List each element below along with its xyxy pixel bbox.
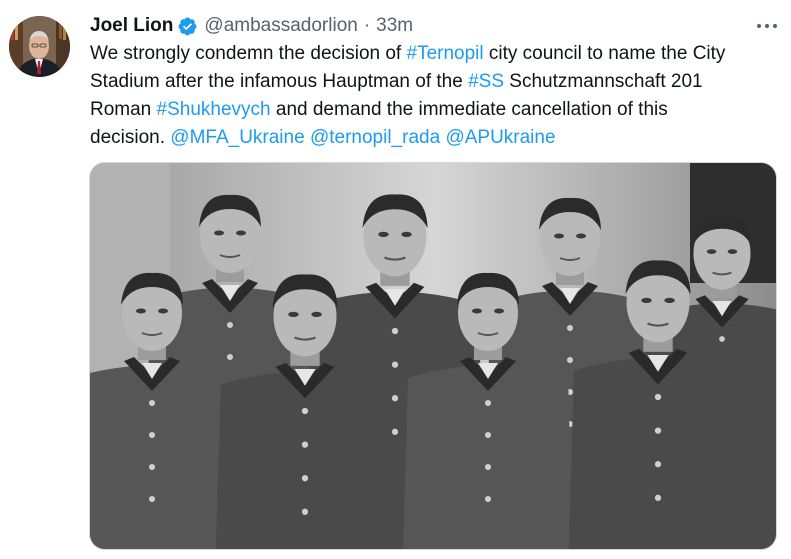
more-horizontal-icon[interactable] xyxy=(752,14,782,38)
tweet-text-line: Roman #Shukhevych and demand the immedia… xyxy=(90,96,780,124)
tweet-text-segment: Schutzmannschaft 201 xyxy=(504,71,703,92)
hashtag-link[interactable]: #SS xyxy=(468,71,504,92)
separator-dot: · xyxy=(363,15,371,36)
mention-link[interactable]: @ternopil_rada xyxy=(310,127,440,148)
hashtag-link[interactable]: #Ternopil xyxy=(407,43,484,64)
author-name[interactable]: Joel Lion xyxy=(90,15,173,37)
tweet-text-segment: city council to name the City xyxy=(483,43,726,64)
mention-link[interactable]: @APUkraine xyxy=(445,127,555,148)
tweet-text-line: We strongly condemn the decision of #Ter… xyxy=(90,40,780,68)
tweet-text: We strongly condemn the decision of #Ter… xyxy=(90,40,780,152)
tweet-header: Joel Lion @ambassadorlion · 33m xyxy=(90,13,413,39)
hashtag-link[interactable]: #Shukhevych xyxy=(157,99,271,120)
tweet-text-line: Stadium after the infamous Hauptman of t… xyxy=(90,68,780,96)
avatar[interactable] xyxy=(9,16,70,77)
tweet-photo[interactable] xyxy=(89,162,777,550)
tweet-text-segment: We strongly condemn the decision of xyxy=(90,43,407,64)
tweet-text-segment: decision. xyxy=(90,127,171,148)
tweet-text-segment: and demand the immediate cancellation of… xyxy=(270,99,668,120)
tweet-text-segment: Stadium after the infamous Hauptman of t… xyxy=(90,71,469,92)
tweet-text-segment: Roman xyxy=(90,99,157,120)
author-handle[interactable]: @ambassadorlion xyxy=(204,15,357,37)
tweet-text-line: decision. @MFA_Ukraine @ternopil_rada @A… xyxy=(90,124,780,152)
mention-link[interactable]: @MFA_Ukraine xyxy=(170,127,304,148)
timestamp[interactable]: 33m xyxy=(376,15,413,37)
group-photo-image xyxy=(90,163,776,549)
verified-badge-icon xyxy=(177,16,198,37)
tweet[interactable]: Joel Lion @ambassadorlion · 33m We stron… xyxy=(0,0,791,559)
